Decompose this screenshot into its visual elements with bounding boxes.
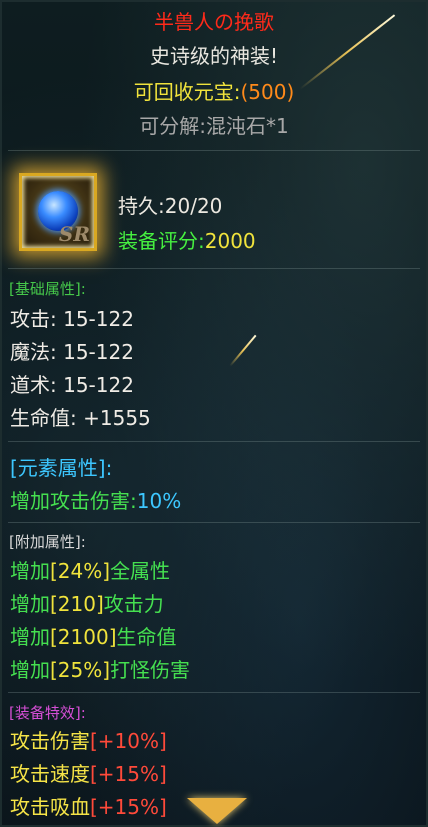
score-label: 装备评分: [118,229,205,253]
effect-row: 攻击伤害[+10%] [10,725,167,754]
additional-stats-header: [附加属性]: [9,533,86,551]
stat-row-magic: 魔法: 15-122 [10,336,134,365]
stat-value: 15-122 [63,340,134,364]
additional-row: 增加[24%]全属性 [10,555,170,584]
divider [8,150,420,151]
add-value: [210] [50,592,104,616]
stat-value: +1555 [83,406,151,430]
item-icon-frame[interactable]: SR [19,173,97,251]
stat-row-hp: 生命值: +1555 [10,402,151,431]
add-value: [25%] [50,658,111,682]
score-row: 装备评分:2000 [118,225,256,254]
add-prefix: 增加 [10,625,50,649]
additional-row: 增加[210]攻击力 [10,588,164,617]
effect-row: 攻击吸血[+15%] [10,791,167,820]
add-value: [24%] [50,559,111,583]
add-suffix: 全属性 [110,559,171,583]
divider [8,692,420,693]
add-prefix: 增加 [10,592,50,616]
effects-header: [装备特效]: [9,704,86,722]
stat-label: 道术: [10,373,57,397]
stat-label: 魔法: [10,340,57,364]
item-name: 半兽人の挽歌 [154,10,274,34]
durability-label: 持久: [118,194,165,218]
add-prefix: 增加 [10,658,50,682]
additional-row: 增加[25%]打怪伤害 [10,654,190,683]
recycle-value: (500) [240,80,295,104]
element-label: 增加攻击伤害: [10,489,137,513]
effect-value: [+15%] [90,795,167,819]
stat-label: 生命值: [10,406,77,430]
add-value: [2100] [50,625,117,649]
effect-value: [+15%] [90,762,167,786]
effect-value: [+10%] [90,729,167,753]
divider [8,441,420,442]
score-value: 2000 [204,229,256,253]
effect-row: 攻击速度[+15%] [10,758,167,787]
item-grade: 史诗级的神装! [149,44,279,68]
add-suffix: 攻击力 [103,592,164,616]
recycle-label: 可回收元宝: [133,80,241,104]
divider [8,268,420,269]
basic-stats-header: [基础属性]: [9,280,86,298]
durability-value: 20/20 [164,194,223,218]
stat-value: 15-122 [63,307,134,331]
add-suffix: 生命值 [116,625,177,649]
effect-label: 攻击吸血 [10,795,90,819]
scroll-down-arrow-icon[interactable] [187,798,247,824]
rarity-badge: SR [58,222,90,246]
element-value: 10% [136,489,182,513]
dismantle-info: 可分解:混沌石*1 [139,114,289,138]
element-row: 增加攻击伤害:10% [10,485,181,514]
stat-row-taoism: 道术: 15-122 [10,369,134,398]
divider [8,522,420,523]
stat-value: 15-122 [63,373,134,397]
add-prefix: 增加 [10,559,50,583]
effect-label: 攻击伤害 [10,729,90,753]
additional-row: 增加[2100]生命值 [10,621,177,650]
durability-row: 持久:20/20 [118,190,222,219]
element-stats-header: [元素属性]: [10,456,113,480]
stat-label: 攻击: [10,307,57,331]
recycle-row: 可回收元宝:(500) [0,76,428,105]
effect-label: 攻击速度 [10,762,90,786]
add-suffix: 打怪伤害 [110,658,191,682]
stat-row-attack: 攻击: 15-122 [10,303,134,332]
